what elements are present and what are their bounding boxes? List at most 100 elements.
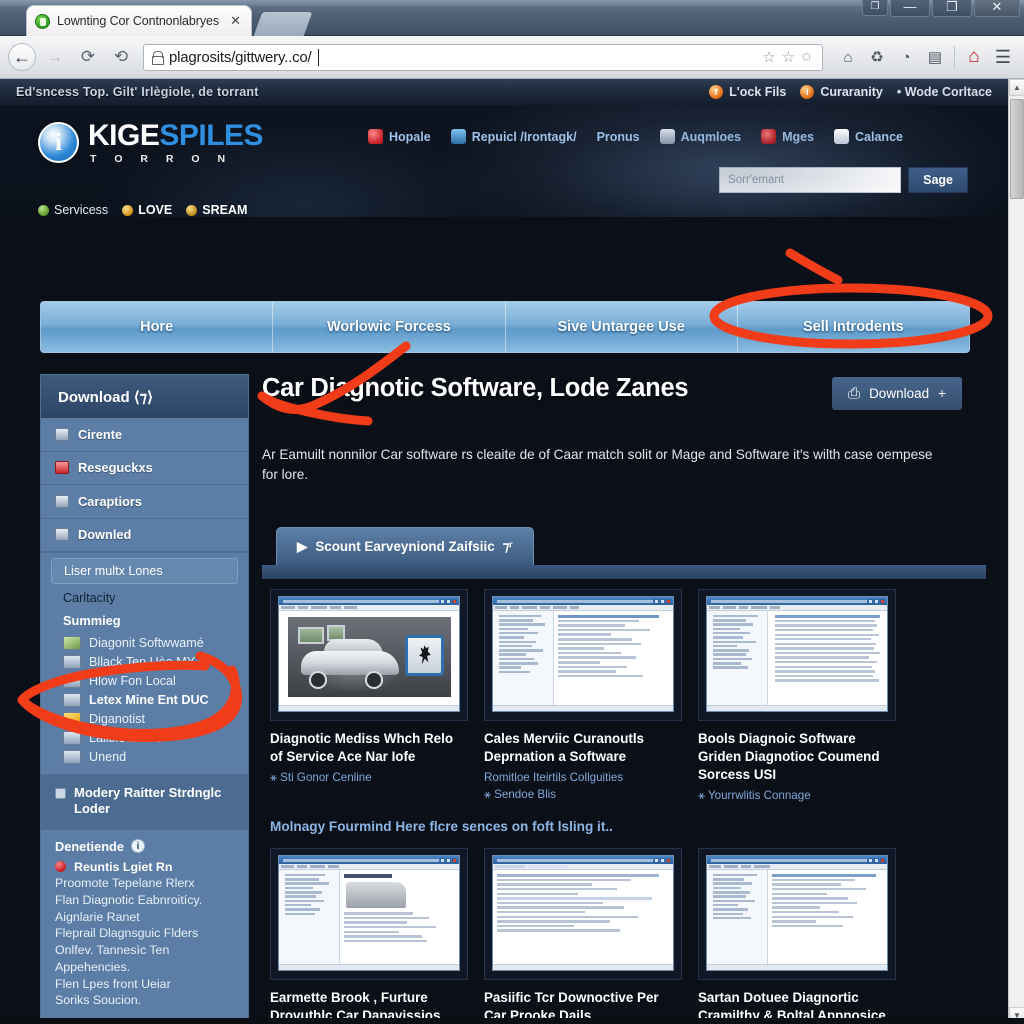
address-bar[interactable]: plagrosits/gittwery..co/ ☆ ☆ ✩ [143, 43, 823, 71]
card-item[interactable]: Pasiific Tcr Downoctive Per Car Prooke D… [484, 848, 682, 1024]
search-input[interactable]: Sorr'emant [719, 167, 902, 193]
sidebar-footer-line-0[interactable]: Reuntis Lgiet Rn [55, 859, 234, 876]
screenshot-window [706, 596, 888, 712]
header-nav-item-auqmloes[interactable]: Auqmloes [659, 129, 741, 144]
card-item[interactable]: Earmette Brook , Furture Drovuthlc Car D… [270, 848, 468, 1024]
sidebar-footer-line-1[interactable]: Proomote Tepelane Rlerx [55, 875, 234, 892]
topbar-contact-link[interactable]: • Wode Corltace [897, 85, 992, 99]
restore-icon[interactable]: ❐ [862, 0, 888, 16]
card-item[interactable]: Cales Merviic Curanoutls Deprnation a So… [484, 589, 682, 805]
sidebar-subsection: Liser multx Lones Carltacity Summieg Dia… [40, 553, 249, 775]
clipboard-icon [834, 129, 850, 144]
sidebar-footer-line-7[interactable]: Flen Lpes front Ueiar [55, 976, 234, 993]
header-nav-item-repuicl[interactable]: Repuicl /Irontagk/ [450, 129, 577, 144]
card-thumbnail[interactable] [484, 589, 682, 721]
card-item[interactable]: Diagnotic Mediss Whch Relo of Service Ac… [270, 589, 468, 805]
sidebar-sublist: Diagonit Softwwamé Bllack Tep Uèa MY Hlo… [51, 633, 238, 766]
minimize-button[interactable]: — [890, 0, 930, 17]
sidebar-item-caraptiors[interactable]: Caraptiors [41, 485, 248, 519]
webpage: Ed'sncess Top. Gilt' Irlègiole, de torra… [0, 79, 1024, 1024]
topbar-links: f L'ock Fils i Curaranity • Wode Corltac… [709, 85, 992, 99]
recycle-toolbar-icon[interactable]: ♻ [864, 44, 890, 70]
bookmark-star-icon[interactable]: ☆ [762, 48, 775, 66]
sidebar-footer-line-2[interactable]: Flan Diagnotic Eabnroitícy. [55, 892, 234, 909]
screenshot-window [706, 855, 888, 972]
sidebar-pill-item[interactable]: Liser multx Lones [51, 558, 238, 584]
maximize-button[interactable]: ❐ [932, 0, 972, 17]
star-gold-icon [122, 204, 134, 216]
browser-tab[interactable]: Lownting Cor Contnonlabryes ✕ [26, 5, 252, 36]
sidebar-plain-item[interactable]: Carltacity [51, 589, 238, 609]
site-logo[interactable]: i KIGESPILES T O R R O N [38, 121, 264, 165]
reader-toolbar-icon[interactable]: ▤ [922, 44, 948, 70]
close-window-button[interactable]: ✕ [974, 0, 1020, 17]
sidebar-subitem-1[interactable]: Bllack Tep Uèa MY [59, 652, 238, 671]
sidebar-subitem-2[interactable]: Hlow Fon Local [59, 671, 238, 690]
navbar-item-home[interactable]: Hore [41, 302, 274, 352]
sidebar-footer-line-4[interactable]: Fleprail Dlagnsguic Flders [55, 925, 234, 942]
card-thumbnail[interactable] [270, 589, 468, 721]
card-thumbnail[interactable] [698, 589, 896, 721]
service-link-love[interactable]: LOVE [122, 203, 172, 217]
logo-subtitle: T O R R O N [90, 153, 233, 165]
bookmark-star-icon-2[interactable]: ☆ [782, 48, 795, 66]
header-nav-item-pronus[interactable]: Pronus [597, 130, 640, 144]
tab-scount[interactable]: ▶ Scount Earveyniond Zaifsiic ⁊ʳ [276, 527, 534, 565]
stop-icon[interactable]: ⟲ [107, 43, 135, 71]
extension-star-icon[interactable]: ✩ [801, 49, 812, 65]
topbar-link-lock[interactable]: f L'ock Fils [709, 85, 786, 99]
sidebar-item-reseguckxs[interactable]: Reseguckxs [41, 452, 248, 485]
history-toolbar-icon[interactable]: ◔ [893, 44, 919, 70]
browser-titlebar: Lownting Cor Contnonlabryes ✕ ❐ — ❐ ✕ [0, 0, 1024, 36]
download-toolbar-icon[interactable]: ⌂ [835, 44, 861, 70]
window-titlebar [279, 856, 459, 865]
topbar-link-warranty[interactable]: i Curaranity [800, 85, 883, 99]
header-nav-item-mges[interactable]: Mges [761, 129, 814, 144]
menu-icon[interactable]: ☰ [990, 44, 1016, 70]
service-link-services[interactable]: Servicess [38, 203, 108, 217]
page-scrollbar[interactable]: ▲ ▼ [1008, 79, 1024, 1024]
tab-label: Scount Earveyniond Zaifsiic [315, 539, 495, 554]
sidebar-footer-line-6[interactable]: Appehencies. [55, 959, 234, 976]
sidebar-subitem-6[interactable]: Unend [59, 747, 238, 766]
header-nav: Hopale Repuicl /Irontagk/ Pronus Auqmloe… [368, 129, 903, 144]
sidebar-footer-line-5[interactable]: Onlfev. Tannesìc Ten [55, 942, 234, 959]
navbar-item-sell[interactable]: Sell Introdents [738, 302, 969, 352]
back-icon[interactable]: ← [8, 43, 36, 71]
header-nav-item-hopale[interactable]: Hopale [368, 129, 431, 144]
search-button[interactable]: Sage [908, 167, 968, 193]
header-nav-item-calance[interactable]: Calance [834, 129, 903, 144]
service-link-sream[interactable]: SREAM [186, 203, 247, 217]
navbar-item-usage[interactable]: Sive Untargee Use [506, 302, 738, 352]
sidebar-item-downled[interactable]: Downled [41, 519, 248, 552]
window-buttons [440, 598, 457, 604]
new-tab-button[interactable] [253, 12, 313, 36]
sidebar-subitem-4[interactable]: Diganotist [59, 709, 238, 728]
card-thumbnail[interactable] [698, 848, 896, 981]
sidebar-promo-block[interactable]: Modery Raitter Strdnglc Loder [40, 775, 249, 830]
sidebar-item-cirente[interactable]: Cirente [41, 418, 248, 452]
navbar-item-services[interactable]: Worlowic Forcess [273, 302, 506, 352]
sidebar-subitem-3[interactable]: Letex Mine Ent DUC [59, 690, 238, 709]
sidebar-label-0: Cirente [78, 426, 123, 442]
card-item[interactable]: Bools Diagnoic Software Griden Diagnotio… [698, 589, 896, 805]
sidebar-group-title: Summieg [63, 613, 121, 628]
scroll-up-icon[interactable]: ▲ [1009, 79, 1024, 96]
sidebar-label-3: Downled [78, 527, 132, 543]
sidebar-subitem-0[interactable]: Diagonit Softwwamé [59, 633, 238, 652]
scrollbar-thumb[interactable] [1010, 99, 1024, 199]
card-item[interactable]: Sartan Dotuee Diagnortic Cramilthy & Bol… [698, 848, 896, 1024]
home-icon[interactable]: ⌂ [961, 44, 987, 70]
sidebar-subitem-5[interactable]: Lalible Mesic [59, 728, 238, 747]
card-thumbnail[interactable] [270, 848, 468, 981]
forward-icon[interactable]: → [41, 43, 69, 71]
window-titlebar [279, 597, 459, 605]
download-button[interactable]: ⎙ Download + [832, 377, 962, 410]
card-thumbnail[interactable] [484, 848, 682, 981]
reload-icon[interactable]: ⟳ [74, 43, 102, 71]
sidebar-footer-line-8[interactable]: Soriks Soucion. [55, 992, 234, 1009]
topbar-link-label: L'ock Fils [729, 85, 787, 99]
sidebar-footer-line-3[interactable]: Aignlarie Ranet [55, 909, 234, 926]
close-icon[interactable]: ✕ [228, 13, 243, 29]
dot-red-icon-2 [761, 129, 777, 144]
